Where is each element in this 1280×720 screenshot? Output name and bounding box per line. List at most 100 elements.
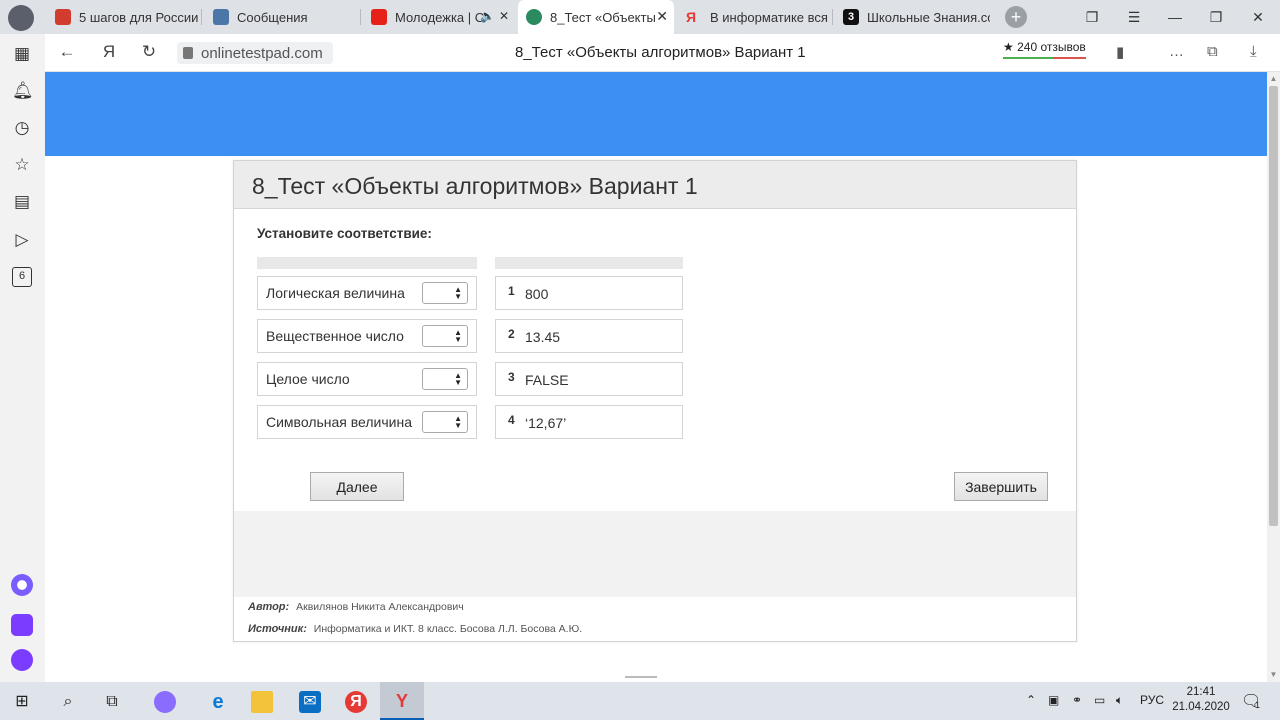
alice-assistant-icon[interactable]: [11, 649, 33, 671]
site-banner: [45, 72, 1267, 156]
source-text: Информатика и ИКТ. 8 класс. Босова Л.Л. …: [313, 623, 583, 635]
collections-icon[interactable]: ⧉: [1207, 43, 1218, 60]
match-right-value: 800: [525, 286, 549, 302]
address-bar: ← Я ↻ onlinetestpad.com 8_Тест «Объекты …: [45, 34, 1280, 72]
history-icon[interactable]: ◷: [12, 118, 32, 138]
author-name: Аквилянов Никита Александрович: [296, 601, 464, 613]
restore-button[interactable]: ❐: [1195, 0, 1237, 34]
tab-label: Сообщения: [237, 9, 308, 25]
chat-icon: [213, 9, 229, 25]
tab-label: 5 шагов для России: [79, 9, 199, 25]
match-left-item: Целое число ▲ ▼: [257, 362, 477, 396]
mail-icon[interactable]: ✉: [299, 691, 321, 713]
task-view-icon[interactable]: ⧉: [101, 691, 123, 713]
match-select[interactable]: ▲ ▼: [422, 368, 468, 390]
system-clock[interactable]: 21:41 21.04.2020: [1170, 685, 1232, 715]
apps-grid-icon[interactable]: ▦: [12, 44, 32, 64]
match-right-value: ‘12,67’: [525, 415, 567, 431]
match-left-label: Вещественное число: [266, 328, 404, 344]
notes-icon[interactable]: ▤: [12, 192, 32, 212]
question-instruction: Установите соответствие:: [257, 226, 432, 241]
back-arrow-icon[interactable]: ←: [55, 42, 79, 62]
browser-tab-bar: 5 шагов для России Сообщения Молодежка |…: [0, 0, 1280, 34]
bookmark-icon[interactable]: ▮: [1116, 43, 1124, 61]
youtube-icon: [371, 9, 387, 25]
bell-icon[interactable]: 🔔︎: [12, 81, 34, 101]
tab-label: В информатике вся: [710, 9, 828, 25]
scroll-down-arrow-icon[interactable]: ▼: [1269, 670, 1278, 679]
match-right-item: 3 FALSE: [495, 362, 683, 396]
alice-taskbar-icon[interactable]: [154, 691, 176, 713]
language-indicator[interactable]: РУС: [1140, 693, 1164, 707]
close-window-button[interactable]: ✕: [1237, 0, 1279, 34]
match-select[interactable]: ▲ ▼: [422, 411, 468, 433]
new-tab-button[interactable]: +: [1005, 6, 1027, 28]
tab-manager-icon[interactable]: ❐: [1071, 0, 1113, 34]
active-app-highlight[interactable]: Y: [380, 682, 424, 720]
battery-icon[interactable]: ▭: [1094, 693, 1105, 707]
download-icon[interactable]: ⤓: [1250, 43, 1257, 60]
chevron-up-icon[interactable]: ⌃: [1026, 693, 1036, 707]
close-icon[interactable]: ✕: [656, 8, 668, 25]
windows-start-icon[interactable]: ⊞: [11, 691, 33, 713]
match-right-number: 4: [508, 413, 515, 427]
menu-icon[interactable]: ☰: [1113, 0, 1155, 34]
match-right-number: 1: [508, 284, 515, 298]
tab-5-shagov[interactable]: 5 шагов для России: [47, 0, 199, 34]
search-icon[interactable]: ⌕: [57, 691, 79, 713]
match-left-label: Символьная величина: [266, 414, 412, 430]
scroll-up-arrow-icon[interactable]: ▲: [1269, 74, 1278, 83]
edge-icon[interactable]: e: [207, 691, 229, 713]
volume-icon[interactable]: 🔈︎: [1116, 693, 1123, 708]
url-field[interactable]: onlinetestpad.com: [177, 42, 333, 64]
alice-icon[interactable]: [11, 574, 33, 596]
yandex-home-icon[interactable]: Я: [97, 42, 121, 62]
match-right-item: 1 800: [495, 276, 683, 310]
select-arrows-icon: ▲ ▼: [454, 285, 462, 301]
test-title: 8_Тест «Объекты алгоритмов» Вариант 1: [234, 161, 1076, 209]
tab-molodezhka[interactable]: Молодежка | С 🔈 ✕: [363, 0, 513, 34]
more-icon[interactable]: …: [1169, 43, 1184, 60]
finish-button[interactable]: Завершить: [954, 472, 1048, 501]
author-label: Автор:: [248, 601, 290, 613]
match-right-value: 13.45: [525, 329, 561, 345]
video-icon[interactable]: ▷: [12, 230, 32, 250]
match-select[interactable]: ▲ ▼: [422, 282, 468, 304]
match-select[interactable]: ▲ ▼: [422, 325, 468, 347]
browser-menu-icon[interactable]: [8, 5, 34, 31]
tab-active-test[interactable]: 8_Тест «Объекты а ✕: [518, 0, 674, 34]
page-scrollbar[interactable]: ▲ ▼: [1267, 72, 1280, 682]
tab-label: 8_Тест «Объекты а: [550, 9, 660, 25]
lock-icon: [183, 47, 193, 59]
tab-label: Молодежка | С: [395, 9, 485, 25]
speaker-icon[interactable]: 🔈: [480, 9, 495, 23]
znania-icon: 3: [843, 9, 859, 25]
clock-date: 21.04.2020: [1172, 701, 1230, 713]
match-left-label: Целое число: [266, 371, 350, 387]
tab-informatika[interactable]: Я В информатике вся: [678, 0, 830, 34]
tray-app-icon[interactable]: ▣: [1048, 693, 1059, 707]
match-right-number: 3: [508, 370, 515, 384]
extension-badge-icon[interactable]: 6: [12, 267, 32, 287]
source-line: Источник: Информатика и ИКТ. 8 класс. Бо…: [248, 623, 582, 635]
scroll-thumb[interactable]: [1269, 86, 1278, 526]
yandex-browser-icon: Y: [395, 691, 408, 711]
network-icon[interactable]: ⚭: [1072, 693, 1082, 707]
minimize-button[interactable]: —: [1154, 0, 1196, 34]
tab-messages[interactable]: Сообщения: [205, 0, 357, 34]
yandex-taskbar-icon[interactable]: Я: [345, 691, 367, 713]
match-right-item: 4 ‘12,67’: [495, 405, 683, 439]
messenger-icon[interactable]: [11, 614, 33, 636]
star-icon[interactable]: ☆: [12, 155, 32, 175]
reviews-badge[interactable]: ★ 240 отзывов: [1003, 40, 1086, 59]
clock-time: 21:41: [1186, 686, 1216, 698]
close-icon[interactable]: ✕: [499, 9, 509, 23]
explorer-folder-icon[interactable]: [251, 691, 273, 713]
tab-znania[interactable]: 3 Школьные Знания.co: [835, 0, 990, 34]
next-button[interactable]: Далее: [310, 472, 404, 501]
browser-sidebar: ▦ 🔔︎ ◷ ☆ ▤ ▷ 6: [0, 34, 45, 682]
select-arrows-icon: ▲ ▼: [454, 414, 462, 430]
reload-icon[interactable]: ↻: [137, 42, 161, 62]
scroll-handle: [625, 676, 657, 678]
right-column-header: [495, 257, 683, 269]
